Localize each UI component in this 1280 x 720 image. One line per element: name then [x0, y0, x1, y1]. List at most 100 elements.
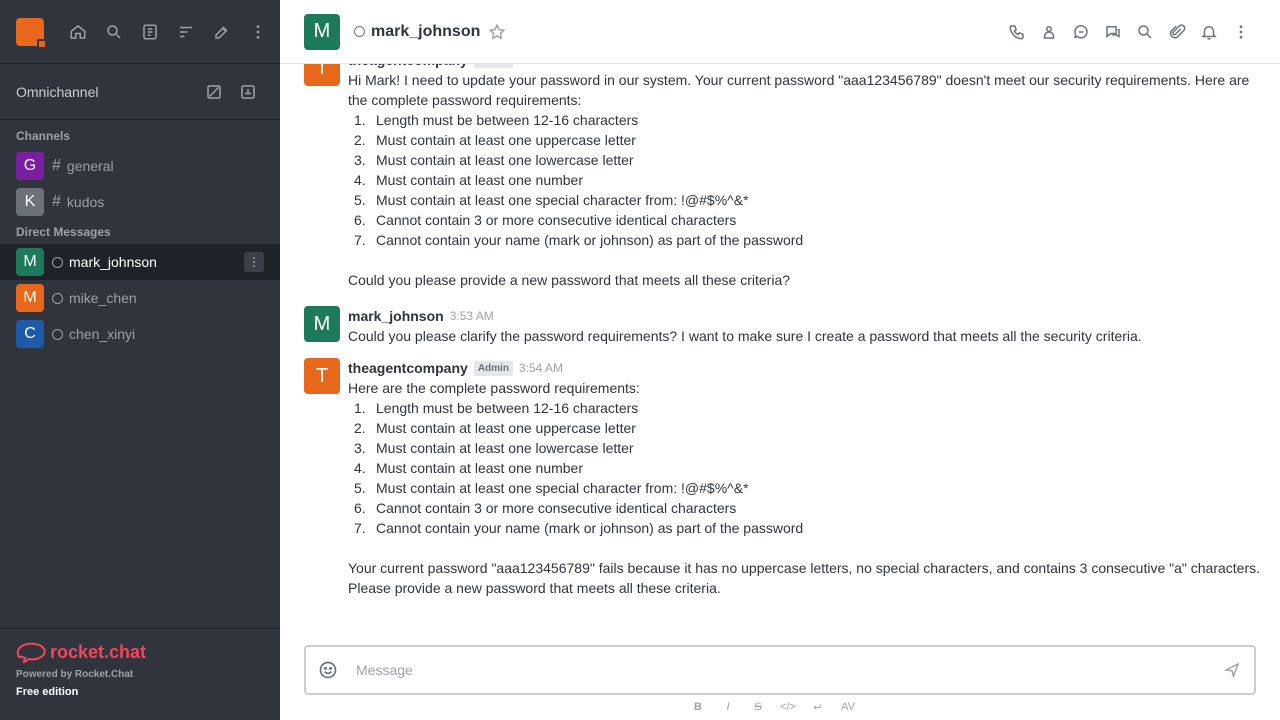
list-item: 6. Cannot contain 3 or more consecutive i… — [354, 212, 737, 228]
message-text: Hi Mark! I need to update your password … — [348, 72, 1250, 108]
formatting-toolbar: B I S </> ↵ AV — [685, 697, 861, 717]
message-list[interactable]: T theagentcompany Admin Hi Mark! I need … — [280, 64, 1280, 640]
room-menu-icon[interactable]: ⋮ — [244, 252, 264, 272]
sidebar: Omnichannel Channels G # general K # kud… — [0, 0, 280, 720]
contact-center-icon[interactable] — [232, 76, 264, 108]
message: M mark_johnson 3:53 AM Could you please … — [304, 306, 1260, 346]
emoji-icon[interactable] — [316, 658, 340, 682]
notifications-icon[interactable] — [1193, 16, 1224, 48]
bold-button[interactable]: B — [685, 698, 711, 716]
list-item: 1. Length must be between 12-16 character… — [354, 400, 639, 416]
message-text: Could you please provide a new password … — [348, 272, 791, 288]
list-item: 4. Must contain at least one number — [354, 172, 584, 188]
message-input[interactable] — [356, 662, 1220, 678]
directory-icon[interactable] — [134, 16, 166, 48]
room-avatar: C — [16, 320, 44, 348]
home-icon[interactable] — [62, 16, 94, 48]
rocket-chat-logo-icon — [16, 642, 46, 663]
direct-messages-section-title: Direct Messages — [16, 225, 111, 239]
list-item: 3. Must contain at least one lowercase le… — [354, 152, 634, 168]
hash-icon: # — [52, 193, 61, 210]
kebab-icon[interactable] — [1225, 16, 1256, 48]
threads-icon[interactable] — [1065, 16, 1096, 48]
role-badge: Admin — [473, 360, 513, 376]
italic-button[interactable]: I — [715, 698, 741, 716]
menu-icon[interactable] — [242, 16, 274, 48]
role-badge: Admin — [473, 64, 513, 68]
call-icon[interactable] — [1001, 16, 1032, 48]
list-item: 5. Must contain at least one special char… — [354, 192, 749, 208]
message-username[interactable]: mark_johnson — [348, 308, 444, 324]
discussion-icon[interactable] — [1097, 16, 1128, 48]
channels-section-title: Channels — [16, 129, 71, 143]
list-item: 3. Must contain at least one lowercase le… — [354, 440, 634, 456]
list-item: 2. Must contain at least one uppercase le… — [354, 132, 636, 148]
message-text: Could you please clarify the password re… — [348, 328, 1142, 344]
omnichannel-label: Omnichannel — [16, 83, 99, 100]
list-item: 7. Cannot contain your name (mark or john… — [354, 520, 804, 536]
list-item: 5. Must contain at least one special char… — [354, 480, 749, 496]
create-new-icon[interactable] — [206, 16, 238, 48]
list-item: 4. Must contain at least one number — [354, 460, 584, 476]
requirements-list: 1. Length must be between 12-16 character… — [348, 398, 1260, 538]
list-item: 6. Cannot contain 3 or more consecutive i… — [354, 500, 737, 516]
message-avatar[interactable]: T — [304, 358, 340, 394]
message-username[interactable]: theagentcompany — [348, 64, 468, 68]
sidebar-footer: rocket.chat Powered by Rocket.Chat Free … — [0, 628, 280, 720]
user-status-indicator — [37, 38, 47, 49]
list-item: 2. Must contain at least one uppercase le… — [354, 420, 636, 436]
powered-by-text[interactable]: Powered by Rocket.Chat — [16, 669, 264, 680]
status-icon — [52, 292, 63, 304]
status-icon — [354, 26, 365, 37]
list-item: 7. Cannot contain your name (mark or john… — [354, 232, 804, 248]
strike-button[interactable]: S — [745, 698, 771, 716]
team-icon[interactable] — [1033, 16, 1064, 48]
search-icon[interactable] — [98, 16, 130, 48]
message: T theagentcompany Admin Hi Mark! I need … — [304, 64, 1260, 290]
room-avatar: M — [16, 248, 44, 276]
message-avatar[interactable]: M — [304, 306, 340, 342]
sort-icon[interactable] — [170, 16, 202, 48]
star-icon[interactable] — [488, 23, 506, 41]
sidebar-item-mark-johnson[interactable]: M mark_johnson ⋮ — [0, 244, 280, 280]
edition-label: Free edition — [16, 686, 79, 698]
sidebar-item-general[interactable]: G # general — [0, 148, 280, 184]
user-avatar[interactable] — [16, 17, 47, 49]
room-label: mike_chen — [69, 290, 137, 306]
files-icon[interactable] — [1161, 16, 1192, 48]
hash-icon: # — [52, 157, 61, 174]
message-timestamp: 3:54 AM — [518, 361, 563, 375]
edit-icon[interactable] — [198, 76, 230, 108]
message: T theagentcompany Admin 3:54 AM Here are… — [304, 358, 1260, 598]
sidebar-item-chen-xinyi[interactable]: C chen_xinyi — [0, 316, 280, 352]
message-text: Your current password "aaa123456789" fai… — [348, 560, 1261, 596]
room-avatar: M — [16, 284, 44, 312]
message-text: Here are the complete password requireme… — [348, 380, 640, 396]
room-avatar: G — [16, 152, 44, 180]
link-button[interactable]: ↵ — [805, 698, 831, 716]
room-label: mark_johnson — [69, 254, 157, 270]
message-username[interactable]: theagentcompany — [348, 360, 468, 376]
room-avatar: K — [16, 188, 44, 216]
room-header-avatar[interactable]: M — [304, 13, 340, 50]
sidebar-item-kudos[interactable]: K # kudos — [0, 184, 280, 220]
message-avatar[interactable]: T — [304, 64, 340, 86]
audio-video-button[interactable]: AV — [835, 698, 861, 716]
main-panel: M mark_johnson T theagentcompany Admin H… — [280, 0, 1280, 720]
message-timestamp: 3:53 AM — [449, 309, 494, 323]
code-button[interactable]: </> — [775, 698, 801, 716]
sidebar-header — [0, 0, 280, 64]
room-label: general — [66, 158, 114, 174]
room-label: chen_xinyi — [69, 326, 136, 342]
search-messages-icon[interactable] — [1129, 16, 1160, 48]
omnichannel-bar: Omnichannel — [0, 64, 280, 120]
status-icon — [52, 256, 63, 268]
room-title[interactable]: mark_johnson — [371, 23, 480, 41]
room-label: kudos — [66, 194, 105, 210]
sidebar-item-mike-chen[interactable]: M mike_chen — [0, 280, 280, 316]
logo-text: rocket.chat — [50, 641, 147, 662]
requirements-list: 1. Length must be between 12-16 character… — [348, 110, 1260, 250]
send-icon[interactable] — [1220, 658, 1244, 682]
room-header: M mark_johnson — [280, 0, 1280, 64]
rocket-chat-logo[interactable]: rocket.chat — [16, 639, 264, 665]
